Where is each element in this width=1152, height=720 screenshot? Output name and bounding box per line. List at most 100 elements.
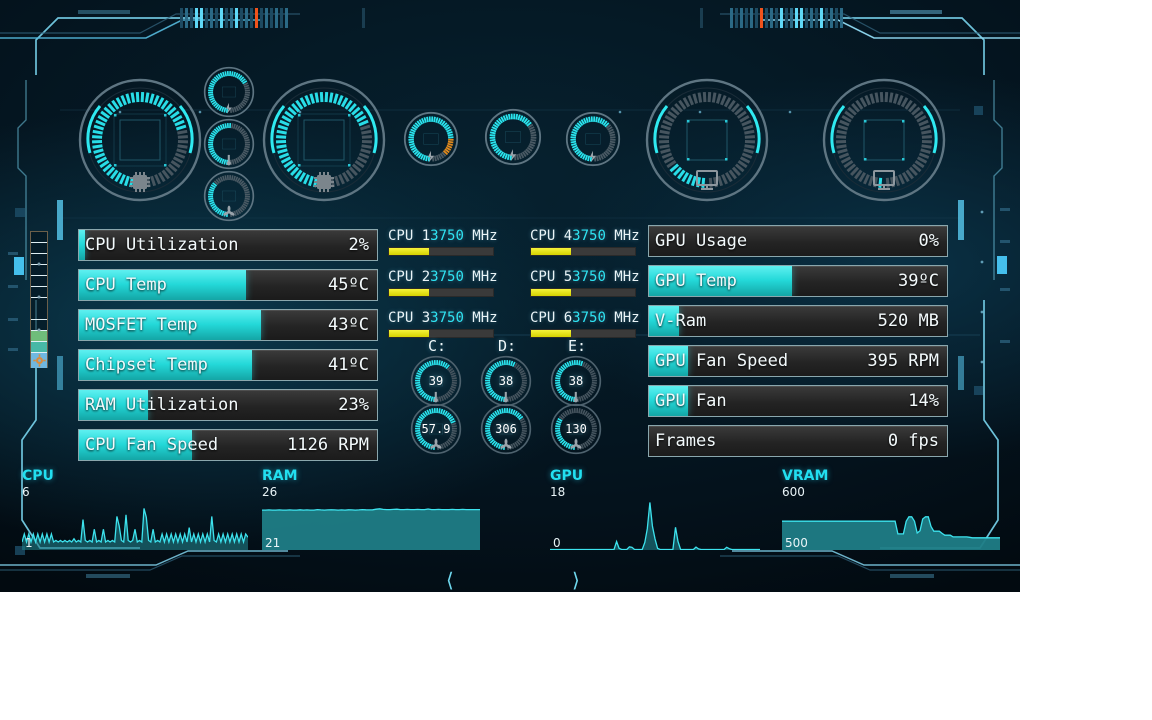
stat-bar-ram-utilization[interactable]: RAM Utilization 23%	[78, 389, 378, 421]
graph-title: RAM	[262, 468, 298, 484]
cpu-core-fill	[531, 289, 571, 296]
gauge-rail-12v[interactable]	[403, 111, 459, 167]
cpu-core-5[interactable]: CPU 53750 MHz	[530, 269, 640, 297]
stat-bar-value: 45ºC	[328, 275, 369, 295]
cpu-core-1[interactable]: CPU 13750 MHz	[388, 228, 498, 256]
gauge-gpu-usage-svg	[822, 78, 946, 202]
graph-plot	[550, 502, 760, 550]
prev-page-chevron[interactable]: ⟨	[446, 568, 454, 592]
stat-bar-value: 41ºC	[328, 355, 369, 375]
cpu-core-fill	[531, 330, 571, 337]
graph-plot	[22, 508, 248, 550]
drive-gauge-C-rate[interactable]: 57.9	[410, 403, 462, 455]
graph-min-label: 21	[265, 536, 281, 550]
stat-bar-chipset-temp[interactable]: Chipset Temp 41ºC	[78, 349, 378, 381]
cpu-core-4[interactable]: CPU 43750 MHz	[530, 228, 640, 256]
drive-label-E: E:	[568, 337, 587, 355]
drive-gauge-value: 38	[568, 374, 584, 388]
cpu-core-2[interactable]: CPU 23750 MHz	[388, 269, 498, 297]
gauge-cpu[interactable]	[78, 78, 202, 202]
drive-gauge-E-rate[interactable]: 130	[550, 403, 602, 455]
graph-gpu-history[interactable]: GPU 18 0	[550, 468, 760, 550]
graph-plot	[262, 508, 480, 550]
gauge-fan-rpm-mini-svg	[203, 170, 255, 222]
drive-label-C: C:	[428, 337, 447, 355]
stat-bar-frames[interactable]: Frames 0 fps	[648, 425, 948, 457]
graph-ram-history[interactable]: RAM 26 21	[262, 468, 480, 550]
drive-gauge-E-temp[interactable]: 38	[550, 355, 602, 407]
stat-bar-value: 43ºC	[328, 315, 369, 335]
cpu-core-track	[530, 288, 636, 297]
barcode-strip-left	[180, 8, 288, 30]
gauge-rail-3v3[interactable]	[565, 111, 621, 167]
gauge-rail-5v[interactable]	[484, 108, 542, 166]
cpu-core-fill	[531, 248, 571, 255]
gauge-cpu-vcore[interactable]	[203, 66, 255, 118]
stat-bar-label: Chipset Temp	[85, 355, 208, 375]
stat-bar-gpu-fan[interactable]: GPU Fan 14%	[648, 385, 948, 417]
gear-icon	[500, 438, 512, 449]
stat-bar-gpu-usage[interactable]: GPU Usage 0%	[648, 225, 948, 257]
graph-max-label: 600	[782, 485, 805, 499]
gauge-cpu-temp-mini[interactable]	[203, 118, 255, 170]
gauge-gpu-clock-svg	[645, 78, 769, 202]
gauge-gpu-clock[interactable]	[645, 78, 769, 202]
gauge-fan-rpm-mini[interactable]	[203, 170, 255, 222]
drive-gauge-D-rate[interactable]: 306	[480, 403, 532, 455]
drive-gauge-value: 57.9	[421, 422, 451, 436]
next-page-chevron[interactable]: ⟩	[572, 568, 580, 592]
desktop-background-bottom	[0, 592, 1152, 720]
stat-bar-mosfet-temp[interactable]: MOSFET Temp 43ºC	[78, 309, 378, 341]
drive-gauge-C-temp[interactable]: 39	[410, 355, 462, 407]
stat-bar-value: 2%	[348, 235, 369, 255]
stat-bar-gpu-fan-speed[interactable]: GPU Fan Speed 395 RPM	[648, 345, 948, 377]
stat-bar-value: 1126 RPM	[287, 435, 369, 455]
stat-bar-cpu-temp[interactable]: CPU Temp 45ºC	[78, 269, 378, 301]
graph-min-label: 1	[25, 536, 33, 550]
graph-title: GPU	[550, 468, 584, 484]
cpu-core-label: CPU 33750 MHz	[388, 310, 498, 326]
drive-gauge-D-temp[interactable]: 38	[480, 355, 532, 407]
stat-bar-label: CPU Temp	[85, 275, 167, 295]
stat-bar-value: 520 MB	[877, 311, 939, 331]
stat-bar-gpu-temp[interactable]: GPU Temp 39ºC	[648, 265, 948, 297]
left-marker-dots	[37, 262, 41, 332]
cpu-core-6[interactable]: CPU 63750 MHz	[530, 310, 640, 338]
gear-icon	[430, 438, 442, 449]
cpu-core-3[interactable]: CPU 33750 MHz	[388, 310, 498, 338]
stat-bar-label: GPU Temp	[655, 271, 737, 291]
stat-bar-label: RAM Utilization	[85, 395, 239, 415]
cpu-core-label: CPU 43750 MHz	[530, 228, 640, 244]
drive-label-D: D:	[498, 337, 517, 355]
drive-gauge-value: 130	[565, 422, 587, 436]
cpu-core-label: CPU 63750 MHz	[530, 310, 640, 326]
graph-title: VRAM	[782, 468, 829, 484]
stat-bar-value: 39ºC	[898, 271, 939, 291]
cpu-core-track	[388, 288, 494, 297]
gauge-rail-3v3-svg	[565, 111, 621, 167]
graph-plot	[782, 516, 1000, 550]
gauge-ram[interactable]	[262, 78, 386, 202]
drive-gauge-value: 39	[428, 374, 444, 388]
graph-cpu-history[interactable]: CPU 6 1	[22, 468, 248, 550]
barcode-strip-far-right	[700, 8, 703, 30]
graph-vram-history[interactable]: VRAM 600 500	[782, 468, 1000, 550]
stat-bar-value: 23%	[338, 395, 369, 415]
stat-bar-label: Frames	[655, 431, 717, 451]
drive-gauge-value: 38	[498, 374, 514, 388]
stat-bar-cpu-utilization[interactable]: CPU Utilization 2%	[78, 229, 378, 261]
graph-max-label: 6	[22, 485, 30, 499]
cpu-chip-icon	[314, 172, 334, 192]
gauge-gpu-usage[interactable]	[822, 78, 946, 202]
cpu-core-fill	[389, 330, 429, 337]
gauge-rail-5v-svg	[484, 108, 542, 166]
stat-bar-value: 395 RPM	[867, 351, 939, 371]
desktop-background-right	[1020, 0, 1152, 592]
stat-bar-value: 0 fps	[887, 431, 939, 451]
cpu-core-label: CPU 23750 MHz	[388, 269, 498, 285]
drive-gauge-value: 306	[495, 422, 517, 436]
stat-bar-cpu-fan-speed[interactable]: CPU Fan Speed 1126 RPM	[78, 429, 378, 461]
stat-bar-v-ram[interactable]: V-Ram 520 MB	[648, 305, 948, 337]
cpu-core-track	[388, 247, 494, 256]
graph-min-label: 500	[785, 536, 808, 550]
